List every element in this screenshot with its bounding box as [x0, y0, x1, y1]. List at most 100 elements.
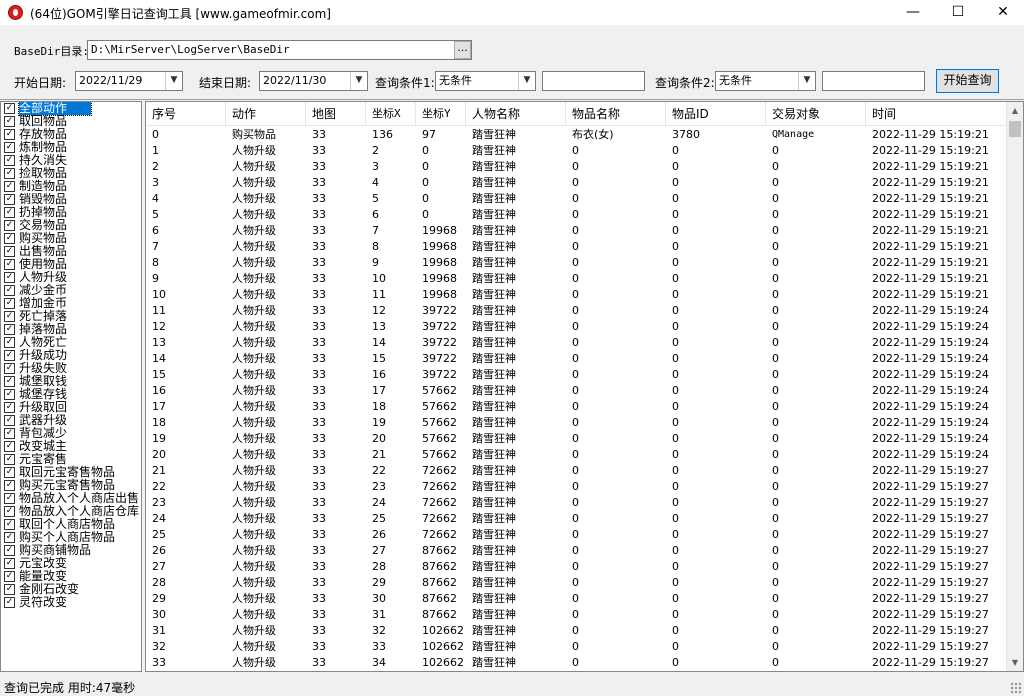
checkmark-icon[interactable]: ✓: [4, 233, 15, 244]
checkmark-icon[interactable]: ✓: [4, 168, 15, 179]
table-row[interactable]: 0 购买物品 33 136 97 踏雪狂神 布衣(女) 3780 QManage 2022-11-…: [146, 127, 1008, 143]
table-row[interactable]: 20 人物升级 33 21 57662 踏雪狂神 0 0 0 2022-11-29 15:19:2…: [146, 447, 1008, 463]
table-row[interactable]: 1 人物升级 33 2 0 踏雪狂神 0 0 0 2022-11-29 15:19:21: [146, 143, 1008, 159]
column-header[interactable]: 物品ID: [666, 102, 766, 126]
table-row[interactable]: 13 人物升级 33 14 39722 踏雪狂神 0 0 0 2022-11-29 15:19:2…: [146, 335, 1008, 351]
checkmark-icon[interactable]: ✓: [4, 480, 15, 491]
column-header[interactable]: 序号: [146, 102, 226, 126]
table-row[interactable]: 10 人物升级 33 11 19968 踏雪狂神 0 0 0 2022-11-29 15:19:2…: [146, 287, 1008, 303]
maximize-button[interactable]: ☐: [935, 0, 981, 25]
table-row[interactable]: 28 人物升级 33 29 87662 踏雪狂神 0 0 0 2022-11-29 15:19:2…: [146, 575, 1008, 591]
checkmark-icon[interactable]: ✓: [4, 506, 15, 517]
table-row[interactable]: 19 人物升级 33 20 57662 踏雪狂神 0 0 0 2022-11-29 15:19:2…: [146, 431, 1008, 447]
checkmark-icon[interactable]: ✓: [4, 389, 15, 400]
checkmark-icon[interactable]: ✓: [4, 493, 15, 504]
browse-button[interactable]: ...: [454, 41, 471, 59]
checkmark-icon[interactable]: ✓: [4, 259, 15, 270]
scroll-thumb[interactable]: [1009, 121, 1021, 137]
checkmark-icon[interactable]: ✓: [4, 155, 15, 166]
table-row[interactable]: 17 人物升级 33 18 57662 踏雪狂神 0 0 0 2022-11-29 15:19:2…: [146, 399, 1008, 415]
checkmark-icon[interactable]: ✓: [4, 519, 15, 530]
table-row[interactable]: 32 人物升级 33 33 102662 踏雪狂神 0 0 0 2022-11-29 15:19:…: [146, 639, 1008, 655]
start-query-button[interactable]: 开始查询: [936, 69, 999, 93]
table-row[interactable]: 21 人物升级 33 22 72662 踏雪狂神 0 0 0 2022-11-29 15:19:2…: [146, 463, 1008, 479]
checkmark-icon[interactable]: ✓: [4, 467, 15, 478]
table-row[interactable]: 15 人物升级 33 16 39722 踏雪狂神 0 0 0 2022-11-29 15:19:2…: [146, 367, 1008, 383]
table-row[interactable]: 6 人物升级 33 7 19968 踏雪狂神 0 0 0 2022-11-29 15:19:21: [146, 223, 1008, 239]
table-row[interactable]: 7 人物升级 33 8 19968 踏雪狂神 0 0 0 2022-11-29 15:19:21: [146, 239, 1008, 255]
checkmark-icon[interactable]: ✓: [4, 363, 15, 374]
chevron-down-icon[interactable]: ▼: [798, 72, 815, 90]
table-row[interactable]: 3 人物升级 33 4 0 踏雪狂神 0 0 0 2022-11-29 15:19:21: [146, 175, 1008, 191]
checkmark-icon[interactable]: ✓: [4, 285, 15, 296]
table-row[interactable]: 18 人物升级 33 19 57662 踏雪狂神 0 0 0 2022-11-29 15:19:2…: [146, 415, 1008, 431]
column-header[interactable]: 交易对象: [766, 102, 866, 126]
chevron-down-icon[interactable]: ▼: [518, 72, 535, 90]
column-header[interactable]: 坐标X: [366, 102, 416, 126]
table-row[interactable]: 4 人物升级 33 5 0 踏雪狂神 0 0 0 2022-11-29 15:19:21: [146, 191, 1008, 207]
vertical-scrollbar[interactable]: ▲ ▼: [1006, 102, 1023, 671]
table-row[interactable]: 8 人物升级 33 9 19968 踏雪狂神 0 0 0 2022-11-29 15:19:21: [146, 255, 1008, 271]
checkmark-icon[interactable]: ✓: [4, 350, 15, 361]
column-header[interactable]: 地图: [306, 102, 366, 126]
chevron-down-icon[interactable]: ▼: [350, 72, 367, 90]
checkmark-icon[interactable]: ✓: [4, 571, 15, 582]
checkmark-icon[interactable]: ✓: [4, 558, 15, 569]
checkmark-icon[interactable]: ✓: [4, 207, 15, 218]
checkmark-icon[interactable]: ✓: [4, 402, 15, 413]
checkmark-icon[interactable]: ✓: [4, 129, 15, 140]
table-row[interactable]: 27 人物升级 33 28 87662 踏雪狂神 0 0 0 2022-11-29 15:19:2…: [146, 559, 1008, 575]
minimize-button[interactable]: —: [890, 0, 936, 25]
close-button[interactable]: ✕: [980, 0, 1024, 25]
table-row[interactable]: 12 人物升级 33 13 39722 踏雪狂神 0 0 0 2022-11-29 15:19:2…: [146, 319, 1008, 335]
condition1-select[interactable]: 无条件 ▼: [435, 71, 536, 91]
column-header[interactable]: 物品名称: [566, 102, 666, 126]
condition1-input[interactable]: [542, 71, 645, 91]
table-row[interactable]: 9 人物升级 33 10 19968 踏雪狂神 0 0 0 2022-11-29 15:19:21: [146, 271, 1008, 287]
condition2-input[interactable]: [822, 71, 925, 91]
table-row[interactable]: 22 人物升级 33 23 72662 踏雪狂神 0 0 0 2022-11-29 15:19:2…: [146, 479, 1008, 495]
checkmark-icon[interactable]: ✓: [4, 324, 15, 335]
scroll-up-icon[interactable]: ▲: [1007, 102, 1023, 119]
checkmark-icon[interactable]: ✓: [4, 311, 15, 322]
table-row[interactable]: 2 人物升级 33 3 0 踏雪狂神 0 0 0 2022-11-29 15:19:21: [146, 159, 1008, 175]
end-date-picker[interactable]: 2022/11/30 ▼: [259, 71, 368, 91]
table-row[interactable]: 14 人物升级 33 15 39722 踏雪狂神 0 0 0 2022-11-29 15:19:2…: [146, 351, 1008, 367]
checkmark-icon[interactable]: ✓: [4, 194, 15, 205]
checkmark-icon[interactable]: ✓: [4, 272, 15, 283]
checkmark-icon[interactable]: ✓: [4, 441, 15, 452]
column-header[interactable]: 动作: [226, 102, 306, 126]
table-row[interactable]: 16 人物升级 33 17 57662 踏雪狂神 0 0 0 2022-11-29 15:19:2…: [146, 383, 1008, 399]
table-row[interactable]: 29 人物升级 33 30 87662 踏雪狂神 0 0 0 2022-11-29 15:19:2…: [146, 591, 1008, 607]
checkmark-icon[interactable]: ✓: [4, 376, 15, 387]
checkmark-icon[interactable]: ✓: [4, 584, 15, 595]
column-header[interactable]: 时间: [866, 102, 1008, 126]
checkmark-icon[interactable]: ✓: [4, 454, 15, 465]
table-row[interactable]: 33 人物升级 33 34 102662 踏雪狂神 0 0 0 2022-11-29 15:19:…: [146, 655, 1008, 671]
action-checkbox-item[interactable]: ✓ 灵符改变: [1, 596, 141, 609]
checkmark-icon[interactable]: ✓: [4, 415, 15, 426]
table-row[interactable]: 11 人物升级 33 12 39722 踏雪狂神 0 0 0 2022-11-29 15:19:2…: [146, 303, 1008, 319]
checkmark-icon[interactable]: ✓: [4, 532, 15, 543]
table-row[interactable]: 25 人物升级 33 26 72662 踏雪狂神 0 0 0 2022-11-29 15:19:2…: [146, 527, 1008, 543]
checkmark-icon[interactable]: ✓: [4, 246, 15, 257]
resize-grip-icon[interactable]: [1010, 682, 1022, 694]
table-row[interactable]: 26 人物升级 33 27 87662 踏雪狂神 0 0 0 2022-11-29 15:19:2…: [146, 543, 1008, 559]
condition2-select[interactable]: 无条件 ▼: [715, 71, 816, 91]
table-row[interactable]: 31 人物升级 33 32 102662 踏雪狂神 0 0 0 2022-11-29 15:19:…: [146, 623, 1008, 639]
table-row[interactable]: 24 人物升级 33 25 72662 踏雪狂神 0 0 0 2022-11-29 15:19:2…: [146, 511, 1008, 527]
scroll-down-icon[interactable]: ▼: [1007, 654, 1023, 671]
start-date-picker[interactable]: 2022/11/29 ▼: [75, 71, 183, 91]
column-header[interactable]: 人物名称: [466, 102, 566, 126]
checkmark-icon[interactable]: ✓: [4, 142, 15, 153]
table-row[interactable]: 23 人物升级 33 24 72662 踏雪狂神 0 0 0 2022-11-29 15:19:2…: [146, 495, 1008, 511]
table-row[interactable]: 5 人物升级 33 6 0 踏雪狂神 0 0 0 2022-11-29 15:19:21: [146, 207, 1008, 223]
checkmark-icon[interactable]: ✓: [4, 545, 15, 556]
checkmark-icon[interactable]: ✓: [4, 298, 15, 309]
chevron-down-icon[interactable]: ▼: [165, 72, 182, 90]
column-header[interactable]: 坐标Y: [416, 102, 466, 126]
checkmark-icon[interactable]: ✓: [4, 181, 15, 192]
table-row[interactable]: 30 人物升级 33 31 87662 踏雪狂神 0 0 0 2022-11-29 15:19:2…: [146, 607, 1008, 623]
checkmark-icon[interactable]: ✓: [4, 220, 15, 231]
basedir-input[interactable]: D:\MirServer\LogServer\BaseDir: [87, 40, 472, 60]
